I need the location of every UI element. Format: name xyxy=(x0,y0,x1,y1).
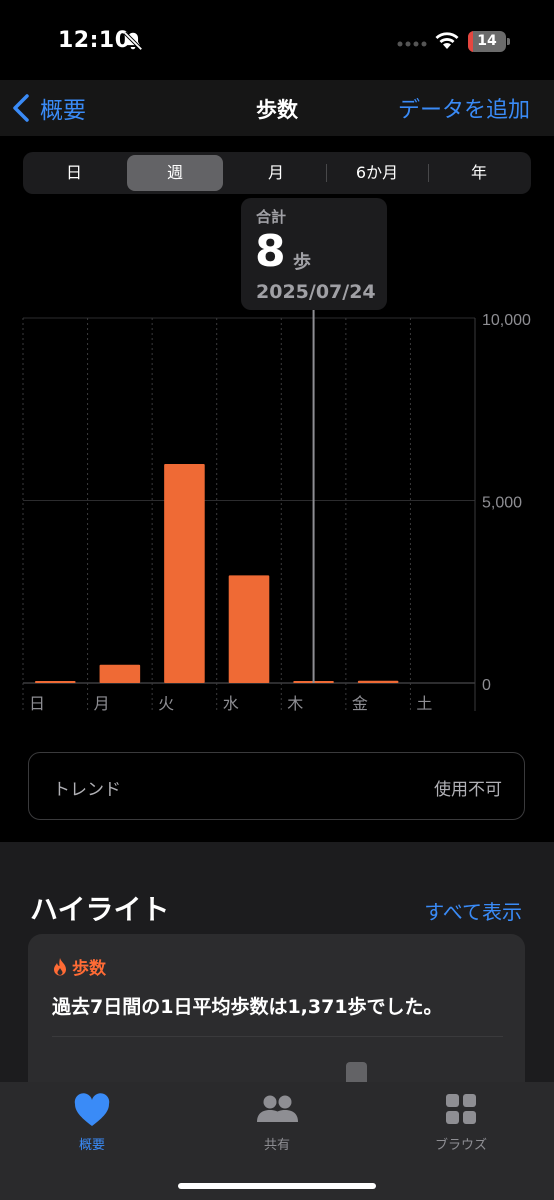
bell-muted-icon xyxy=(123,31,143,51)
show-all-link[interactable]: すべて表示 xyxy=(424,896,522,925)
x-tick-label: 水 xyxy=(223,694,239,713)
divider xyxy=(52,1036,503,1037)
steps-bar-chart[interactable]: 10,000 5,000 0 日 月 火 水 木 金 土 xyxy=(0,300,554,720)
tab-summary-label: 概要 xyxy=(78,1138,105,1153)
highlight-category: 歩数 xyxy=(52,954,106,979)
status-bar: 12:10 14 xyxy=(0,0,554,80)
wifi-icon xyxy=(435,32,459,49)
y-tick-label: 0 xyxy=(482,677,491,694)
cellular-signal-icon xyxy=(397,41,427,47)
tab-sharing-label: 共有 xyxy=(263,1138,290,1153)
battery-icon: 14 xyxy=(468,31,510,52)
people-icon xyxy=(257,1095,298,1122)
tooltip-label: 合計 xyxy=(256,208,287,226)
trend-row[interactable]: トレンド 使用不可 xyxy=(28,752,525,820)
add-data-button[interactable]: データを追加 xyxy=(398,92,530,124)
status-time: 12:10 xyxy=(58,28,131,53)
navigation-bar: 概要 歩数 データを追加 xyxy=(0,80,554,136)
tab-browse-label: ブラウズ xyxy=(434,1138,487,1153)
selection-tooltip: 合計 8 歩 2025/07/24 xyxy=(241,198,387,310)
bar-1 xyxy=(99,664,141,683)
segment-day[interactable]: 日 xyxy=(26,155,122,191)
segment-week[interactable]: 週 xyxy=(127,155,223,191)
trend-value: 使用不可 xyxy=(434,780,502,800)
period-segmented-control: 日 週 月 6か月 年 xyxy=(23,152,531,194)
x-tick-label: 月 xyxy=(94,694,110,713)
tooltip-unit: 歩 xyxy=(293,252,311,273)
segment-year[interactable]: 年 xyxy=(431,155,527,191)
y-tick-label: 10,000 xyxy=(482,312,531,329)
tooltip-value: 8 xyxy=(255,226,286,277)
bar-0 xyxy=(35,681,76,683)
segment-6-months[interactable]: 6か月 xyxy=(329,155,425,191)
x-tick-label: 土 xyxy=(416,694,432,713)
y-tick-label: 5,000 xyxy=(482,495,522,512)
heart-icon xyxy=(74,1093,110,1126)
tab-summary[interactable]: 概要 xyxy=(32,1092,152,1153)
x-tick-label: 金 xyxy=(352,694,368,713)
x-tick-label: 日 xyxy=(29,694,45,713)
x-tick-label: 木 xyxy=(287,694,303,713)
segment-month[interactable]: 月 xyxy=(228,155,324,191)
tab-sharing[interactable]: 共有 xyxy=(217,1092,337,1153)
bar-2 xyxy=(164,464,205,683)
trend-label: トレンド xyxy=(53,780,121,800)
home-indicator xyxy=(178,1183,376,1189)
highlight-text: 過去7日間の1日平均歩数は1,371歩でした。 xyxy=(52,996,443,1018)
x-tick-label: 火 xyxy=(158,694,174,713)
tab-browse[interactable]: ブラウズ xyxy=(401,1092,521,1153)
grid-icon xyxy=(446,1094,476,1124)
bar-3 xyxy=(228,575,270,683)
bar-5 xyxy=(357,680,399,683)
highlights-title: ハイライト xyxy=(30,893,170,926)
flame-icon xyxy=(54,957,66,975)
